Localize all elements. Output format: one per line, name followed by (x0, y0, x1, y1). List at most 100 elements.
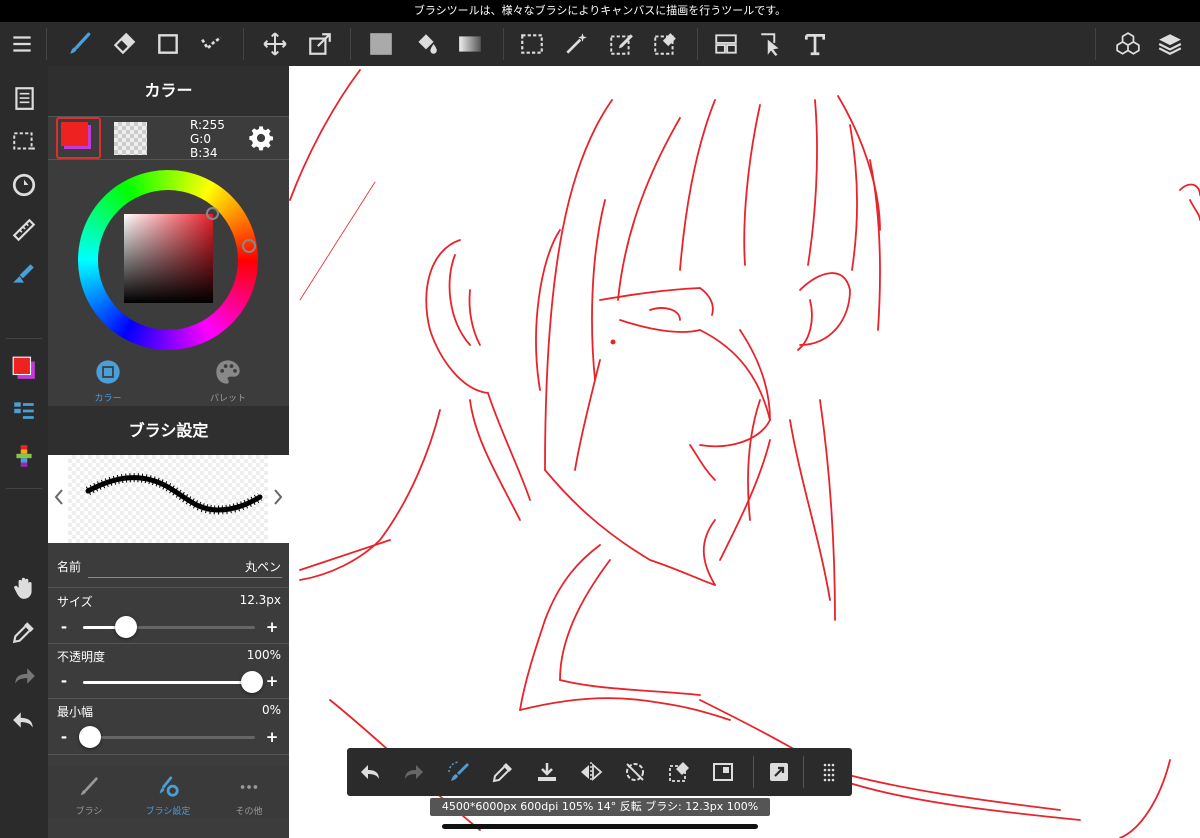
pages-icon[interactable] (6, 80, 42, 116)
opacity-plus-button[interactable]: + (265, 672, 279, 690)
move-icon[interactable] (257, 26, 293, 62)
sidebar-divider (6, 488, 42, 489)
select-all-icon[interactable] (6, 124, 42, 160)
frame-icon[interactable] (708, 26, 744, 62)
fit-screen-icon[interactable] (705, 754, 741, 790)
row-divider (48, 754, 289, 755)
rotate-reset-icon[interactable] (617, 754, 653, 790)
foreground-swatch[interactable] (56, 117, 101, 159)
color-panel-title: カラー (48, 66, 289, 116)
magic-wand-icon[interactable] (558, 26, 594, 62)
bucket-icon[interactable] (408, 26, 444, 62)
layer-list-icon[interactable] (6, 393, 42, 429)
quick-toolbar (347, 748, 852, 796)
share-icon[interactable] (761, 754, 797, 790)
3d-icon[interactable] (1110, 26, 1146, 62)
color-tab-label[interactable]: カラー (78, 391, 138, 404)
rotate-icon[interactable] (6, 167, 42, 203)
panel-bottom-tabs: ブラシ ブラシ設定 その他 (48, 766, 289, 818)
flip-icon[interactable] (573, 754, 609, 790)
min-width-minus-button[interactable]: - (57, 728, 71, 746)
panel-divider (48, 159, 289, 160)
opacity-slider-fill (83, 681, 255, 684)
gradient-icon[interactable] (452, 26, 488, 62)
operation-icon[interactable] (753, 26, 789, 62)
name-underline (88, 577, 282, 578)
min-width-slider-knob[interactable] (79, 726, 101, 748)
row-divider (48, 698, 289, 699)
gear-icon[interactable] (247, 124, 275, 152)
menu-icon[interactable] (4, 26, 40, 62)
brush-settings-tab-icon[interactable] (158, 776, 180, 798)
drawing-canvas[interactable] (289, 66, 1200, 838)
status-text: ブラシツールは、様々なブラシによりキャンバスに描画を行うツールです。 (413, 4, 787, 17)
brush-stroke-preview (85, 473, 263, 515)
sv-picker[interactable] (206, 207, 219, 220)
brush-snap-icon[interactable] (441, 754, 477, 790)
select-pen-icon[interactable] (603, 26, 639, 62)
eyedropper-icon[interactable] (485, 754, 521, 790)
eyedropper-icon[interactable] (6, 614, 42, 650)
palette-icon[interactable] (214, 358, 242, 386)
home-indicator[interactable] (442, 824, 758, 829)
opacity-minus-button[interactable]: - (57, 672, 71, 690)
left-sidebar (0, 66, 48, 838)
size-slider-knob[interactable] (115, 616, 137, 638)
opacity-label: 不透明度 (57, 650, 106, 664)
brush-tab-icon[interactable] (78, 776, 100, 798)
status-bar: ブラシツールは、様々なブラシによりキャンバスに描画を行うツールです。 (0, 0, 1200, 22)
color-tab-icon[interactable] (94, 358, 122, 386)
toolbar-divider (803, 756, 804, 788)
brush-settings-title: ブラシ設定 (48, 406, 289, 456)
text-icon[interactable] (797, 26, 833, 62)
brush-settings-tab-label[interactable]: ブラシ設定 (138, 804, 198, 817)
size-minus-button[interactable]: - (57, 618, 71, 636)
undo-icon[interactable] (353, 754, 389, 790)
hue-picker[interactable] (242, 239, 256, 253)
toolbar-divider (1095, 28, 1096, 60)
min-width-slider-track[interactable] (83, 736, 255, 739)
select-eraser-icon[interactable] (647, 26, 683, 62)
shape-icon[interactable] (150, 26, 186, 62)
redo-icon[interactable] (395, 754, 431, 790)
min-width-plus-button[interactable]: + (265, 728, 279, 746)
more-tab-label[interactable]: その他 (219, 804, 279, 817)
grip-icon[interactable] (811, 754, 847, 790)
hand-icon[interactable] (6, 570, 42, 606)
palette-tab-label[interactable]: パレット (198, 391, 258, 404)
brush-name-value[interactable]: 丸ペン (148, 558, 281, 575)
palette-strip-icon[interactable] (6, 438, 42, 474)
fill-color-icon[interactable] (363, 26, 399, 62)
size-label: サイズ (57, 595, 93, 609)
brush-name-label: 名前 (57, 560, 82, 574)
toolbar-divider (503, 28, 504, 60)
opacity-slider-knob[interactable] (241, 671, 263, 693)
toolbar-divider (753, 756, 754, 788)
saturation-square[interactable] (124, 214, 213, 303)
toolbar-divider (350, 28, 351, 60)
color-swatch-icon[interactable] (6, 350, 42, 386)
selection-icon[interactable] (514, 26, 550, 62)
save-icon[interactable] (529, 754, 565, 790)
undo-icon[interactable] (6, 702, 42, 738)
brush-icon[interactable] (62, 26, 98, 62)
dot-icon[interactable] (194, 26, 230, 62)
more-icon[interactable] (238, 776, 260, 798)
rgb-r: R:255 (190, 118, 225, 132)
brush-next-icon[interactable] (271, 487, 285, 507)
layers-icon[interactable] (1152, 26, 1188, 62)
toolbar-divider (243, 28, 244, 60)
snap-pen-icon[interactable] (6, 256, 42, 292)
toolbar-divider (697, 28, 698, 60)
eraser-icon[interactable] (106, 26, 142, 62)
brush-tab-label[interactable]: ブラシ (59, 804, 119, 817)
background-swatch[interactable] (114, 122, 147, 155)
toolbar-divider (46, 28, 47, 60)
transform-icon[interactable] (302, 26, 338, 62)
rgb-b: B:34 (190, 146, 218, 160)
ruler-icon[interactable] (6, 212, 42, 248)
size-plus-button[interactable]: + (265, 618, 279, 636)
brush-prev-icon[interactable] (52, 487, 66, 507)
redo-icon[interactable] (6, 658, 42, 694)
clear-selection-icon[interactable] (661, 754, 697, 790)
